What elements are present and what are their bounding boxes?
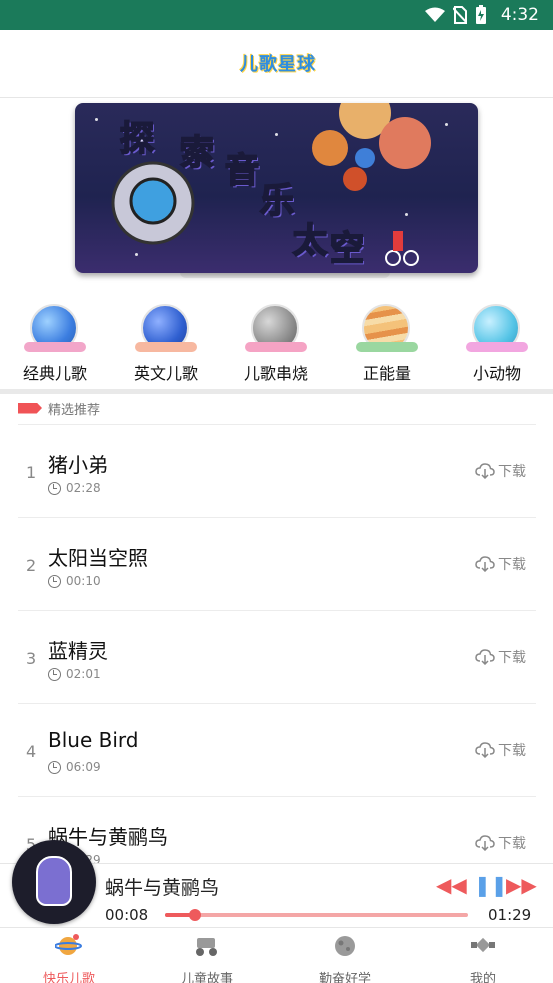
satellite-icon <box>471 937 495 953</box>
moon-icon <box>335 936 355 956</box>
player-title: 蜗牛与黄鹂鸟 <box>105 877 220 899</box>
clock-icon <box>48 481 61 495</box>
ribbon-icon <box>245 342 307 352</box>
banner-title-char: 空 <box>329 228 365 270</box>
cloud-download-icon <box>475 463 495 479</box>
rover-icon <box>196 938 217 956</box>
total-time: 01:29 <box>488 906 532 924</box>
download-button[interactable]: 下载 <box>475 461 526 481</box>
song-row[interactable]: 3 蓝精灵 02:01 下载 <box>18 610 536 703</box>
song-row[interactable]: 2 太阳当空照 00:10 下载 <box>18 517 536 610</box>
wifi-icon <box>424 7 445 22</box>
app-header: 儿歌星球 <box>0 30 553 98</box>
banner-title-char: 乐 <box>259 180 295 222</box>
download-label: 下载 <box>498 836 526 852</box>
section-divider <box>0 389 553 394</box>
banner-carousel[interactable]: 探 索 音 乐 太 空 <box>75 103 478 273</box>
next-button[interactable]: ▶▶ <box>506 873 537 897</box>
category-label: 正能量 <box>362 364 411 383</box>
download-button[interactable]: 下载 <box>475 554 526 574</box>
banner-title-char: 索 <box>179 132 215 174</box>
clock-icon <box>48 574 61 588</box>
progress-slider[interactable] <box>165 909 468 921</box>
song-title: Blue Bird <box>48 728 139 752</box>
song-row[interactable]: 1 猪小弟 02:28 下载 <box>18 424 536 517</box>
duration-text: 02:01 <box>66 667 101 681</box>
astronaut-icon <box>36 856 72 906</box>
ribbon-icon <box>24 342 86 352</box>
song-duration: 02:28 <box>48 481 101 495</box>
tag-icon <box>18 402 42 414</box>
pause-button[interactable]: ❚❚ <box>474 873 508 897</box>
duration-text: 06:09 <box>66 760 101 774</box>
bottom-nav: 快乐儿歌 儿童故事 勤奋好学 我的 <box>0 927 553 983</box>
cloud-download-icon <box>475 742 495 758</box>
ribbon-icon <box>135 342 197 352</box>
song-row[interactable]: 4 Blue Bird 06:09 下载 <box>18 703 536 796</box>
clock-icon <box>48 760 61 774</box>
download-button[interactable]: 下载 <box>475 833 526 853</box>
battery-icon <box>475 5 486 24</box>
status-time: 4:32 <box>500 5 539 25</box>
banner-title-char: 音 <box>224 150 260 192</box>
song-index: 2 <box>26 556 37 575</box>
album-art-disc[interactable] <box>12 840 96 924</box>
nav-label: 快乐儿歌 <box>42 972 95 983</box>
section-header: 精选推荐 <box>18 398 100 418</box>
planet-rocket-icon <box>54 934 82 955</box>
song-title: 蓝精灵 <box>48 639 108 663</box>
category-medley[interactable]: 儿歌串烧 <box>231 300 321 388</box>
cloud-download-icon <box>475 556 495 572</box>
banner-title-char: 太 <box>292 220 328 262</box>
category-label: 儿歌串烧 <box>243 364 308 383</box>
song-index: 4 <box>26 742 37 761</box>
download-label: 下载 <box>498 557 526 573</box>
category-label: 经典儿歌 <box>22 364 87 383</box>
category-label: 小动物 <box>472 364 521 383</box>
category-animals[interactable]: 小动物 <box>452 300 542 388</box>
nav-label: 我的 <box>469 972 496 983</box>
category-row: 经典儿歌 英文儿歌 儿歌串烧 正能量 小动物 <box>0 300 553 388</box>
song-duration: 06:09 <box>48 760 101 774</box>
ribbon-icon <box>356 342 418 352</box>
nav-tab-songs[interactable]: 快乐儿歌 <box>29 932 109 983</box>
current-time: 00:08 <box>105 906 149 924</box>
song-index: 3 <box>26 649 37 668</box>
nav-tab-learning[interactable]: 勤奋好学 <box>305 932 385 983</box>
section-title: 精选推荐 <box>48 402 101 418</box>
song-title: 太阳当空照 <box>48 546 148 570</box>
download-label: 下载 <box>498 743 526 759</box>
download-button[interactable]: 下载 <box>475 740 526 760</box>
banner-title-char: 探 <box>119 118 155 160</box>
clock-icon <box>48 667 61 681</box>
song-duration: 02:01 <box>48 667 101 681</box>
category-classic[interactable]: 经典儿歌 <box>10 300 100 388</box>
status-icons: 4:32 <box>424 4 539 26</box>
status-bar: 4:32 <box>0 0 553 30</box>
song-title: 猪小弟 <box>48 453 108 477</box>
song-duration: 00:10 <box>48 574 101 588</box>
cloud-download-icon <box>475 649 495 665</box>
duration-text: 00:10 <box>66 574 101 588</box>
download-label: 下载 <box>498 650 526 666</box>
category-label: 英文儿歌 <box>133 364 198 383</box>
previous-button[interactable]: ◀◀ <box>436 873 467 897</box>
nav-label: 儿童故事 <box>180 972 233 983</box>
nav-label: 勤奋好学 <box>318 972 371 983</box>
ribbon-icon <box>466 342 528 352</box>
download-label: 下载 <box>498 464 526 480</box>
nav-tab-mine[interactable]: 我的 <box>443 932 523 983</box>
duration-text: 02:28 <box>66 481 101 495</box>
category-positive[interactable]: 正能量 <box>342 300 432 388</box>
download-button[interactable]: 下载 <box>475 647 526 667</box>
no-sim-icon <box>452 6 467 24</box>
nav-tab-stories[interactable]: 儿童故事 <box>167 932 247 983</box>
app-logo: 儿歌星球 <box>240 54 316 75</box>
song-index: 1 <box>26 463 37 482</box>
cloud-download-icon <box>475 835 495 851</box>
category-english[interactable]: 英文儿歌 <box>121 300 211 388</box>
